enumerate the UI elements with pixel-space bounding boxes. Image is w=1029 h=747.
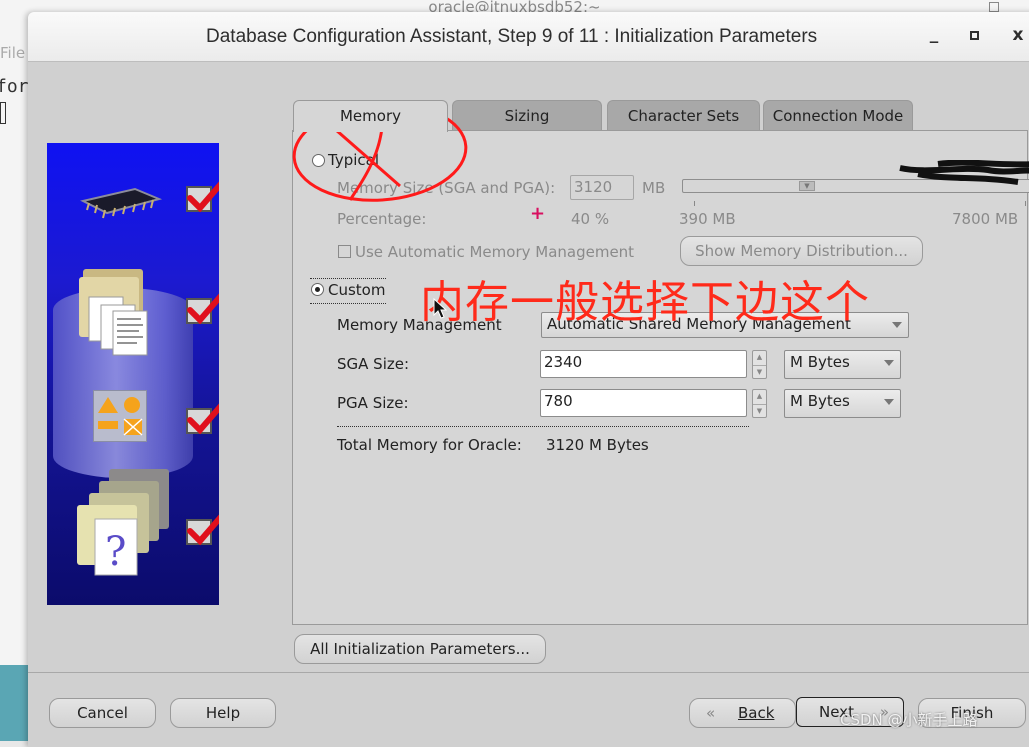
memory-size-unit: MB bbox=[642, 179, 666, 197]
help-documents-icon: ? bbox=[77, 469, 169, 576]
desktop-background bbox=[0, 665, 28, 741]
slider-thumb[interactable]: ▼ bbox=[799, 181, 815, 191]
step-database-check-icon bbox=[186, 293, 219, 325]
stepper-up-icon[interactable]: ▲ bbox=[753, 390, 766, 404]
close-button[interactable]: x bbox=[1008, 25, 1028, 47]
show-memory-distribution-button[interactable]: Show Memory Distribution... bbox=[680, 236, 923, 266]
back-button[interactable]: « Back bbox=[689, 698, 796, 728]
slider-tick-min bbox=[694, 201, 695, 206]
chevron-down-icon bbox=[884, 399, 894, 405]
sga-size-input[interactable]: 2340 bbox=[540, 350, 747, 378]
percentage-value: 40 % bbox=[571, 210, 610, 228]
documents-folder-icon bbox=[79, 269, 148, 356]
focus-ring-top bbox=[310, 278, 386, 279]
background-menu-file[interactable]: File bbox=[0, 44, 25, 62]
pga-size-stepper[interactable]: ▲ ▼ bbox=[752, 389, 767, 418]
titlebar: Database Configuration Assistant, Step 9… bbox=[28, 12, 1029, 62]
tab-character-sets[interactable]: Character Sets bbox=[607, 100, 760, 130]
sga-unit-select[interactable]: M Bytes bbox=[784, 350, 901, 379]
memory-size-input[interactable]: 3120 bbox=[570, 175, 634, 200]
crosshair-cursor-icon: + bbox=[530, 203, 546, 224]
sga-size-stepper[interactable]: ▲ ▼ bbox=[752, 350, 767, 379]
mouse-pointer-icon bbox=[433, 298, 447, 319]
tab-connection-mode[interactable]: Connection Mode bbox=[763, 100, 913, 130]
amm-checkbox-label: Use Automatic Memory Management bbox=[355, 243, 635, 261]
pga-size-label: PGA Size: bbox=[337, 394, 409, 412]
memory-chip-icon bbox=[80, 187, 163, 219]
watermark: CSDN @小新手上路 bbox=[840, 711, 978, 729]
pga-unit-select[interactable]: M Bytes bbox=[784, 389, 901, 418]
redaction-scribble bbox=[899, 160, 1029, 185]
help-button[interactable]: Help bbox=[170, 698, 276, 728]
slider-max-label: 7800 MB bbox=[952, 210, 1019, 228]
custom-radio[interactable] bbox=[311, 283, 324, 296]
character-sets-icon bbox=[93, 390, 147, 442]
total-separator bbox=[337, 426, 749, 427]
sga-unit-value: M Bytes bbox=[790, 353, 850, 371]
custom-label: Custom bbox=[328, 281, 386, 299]
maximize-icon bbox=[969, 31, 979, 40]
step-memory-check-icon bbox=[186, 181, 219, 213]
slider-min-label: 390 MB bbox=[679, 210, 736, 228]
annotation-text: 内存一般选择下边这个 bbox=[420, 277, 870, 328]
pga-size-input[interactable]: 780 bbox=[540, 389, 747, 417]
chevron-down-icon bbox=[884, 360, 894, 366]
stepper-down-icon[interactable]: ▼ bbox=[753, 365, 766, 379]
step-charset-check-icon bbox=[186, 403, 219, 435]
background-terminal-text: for bbox=[0, 76, 29, 97]
pga-unit-value: M Bytes bbox=[790, 392, 850, 410]
cancel-button[interactable]: Cancel bbox=[49, 698, 156, 728]
step-help-check-icon bbox=[186, 514, 219, 546]
background-maximize-icon[interactable] bbox=[989, 2, 999, 12]
maximize-button[interactable] bbox=[964, 25, 984, 47]
minimize-button[interactable]: _ bbox=[924, 24, 944, 46]
window-title: Database Configuration Assistant, Step 9… bbox=[206, 26, 818, 47]
dbca-window: Database Configuration Assistant, Step 9… bbox=[28, 12, 1029, 747]
stepper-down-icon[interactable]: ▼ bbox=[753, 404, 766, 418]
stepper-up-icon[interactable]: ▲ bbox=[753, 351, 766, 365]
total-memory-value: 3120 M Bytes bbox=[546, 436, 649, 454]
steps-illustration: ? bbox=[47, 143, 219, 605]
all-initialization-parameters-button[interactable]: All Initialization Parameters... bbox=[294, 634, 546, 664]
chevron-left-icon: « bbox=[706, 704, 716, 722]
terminal-cursor bbox=[0, 102, 6, 124]
footer-separator bbox=[28, 672, 1029, 673]
total-memory-label: Total Memory for Oracle: bbox=[337, 436, 522, 454]
focus-ring-bottom bbox=[310, 303, 386, 304]
tab-memory[interactable]: Memory bbox=[293, 100, 448, 132]
chevron-down-icon bbox=[892, 322, 902, 328]
sga-size-label: SGA Size: bbox=[337, 355, 410, 373]
svg-text:?: ? bbox=[105, 529, 126, 575]
slider-tick-max bbox=[1025, 201, 1026, 206]
amm-checkbox[interactable] bbox=[338, 245, 351, 258]
back-label: Back bbox=[738, 704, 775, 722]
